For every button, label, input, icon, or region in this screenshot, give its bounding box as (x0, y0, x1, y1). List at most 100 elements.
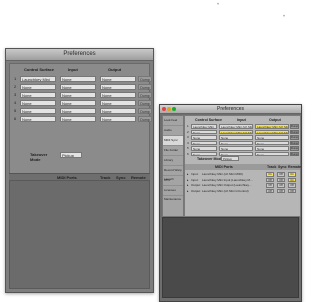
output-select[interactable]: None (255, 135, 289, 140)
header-control-surface: Control Surface (24, 67, 55, 72)
dump-button[interactable]: Dump (138, 84, 152, 90)
port-remote-toggle[interactable]: On (288, 177, 296, 182)
row-number: 6 (187, 151, 189, 156)
input-select[interactable]: None (219, 146, 253, 151)
midi-ports-header: MIDI Ports Track Sync Remote (185, 164, 302, 170)
close-icon[interactable] (162, 107, 166, 111)
row-number: 2 (14, 84, 17, 89)
dump-button[interactable]: Dump (138, 76, 152, 82)
port-sync-toggle[interactable]: Off (277, 183, 285, 188)
port-expand-arrow[interactable]: ▸ (187, 178, 189, 182)
sidebar-tab[interactable]: Record Warp Launch (163, 166, 183, 181)
row-number: 1 (187, 124, 189, 128)
dump-button[interactable]: Dump (290, 124, 299, 129)
port-expand-arrow[interactable]: ▸ (187, 189, 189, 193)
port-name: Launchkey Mini (LK Mini InControl) (202, 188, 249, 193)
input-select[interactable]: Launchkey Mini (LK Mini InControl) (219, 129, 253, 134)
input-select[interactable]: None (60, 84, 96, 90)
preferences-window-small: Preferences Look Feel Audio MIDI Sync File … (159, 104, 302, 302)
window-title: Preferences (63, 51, 96, 57)
dump-button[interactable]: Dump (290, 135, 299, 140)
sidebar-tab[interactable]: MIDI Sync (163, 136, 183, 146)
output-select[interactable]: None (255, 151, 289, 156)
row-number: 3 (14, 92, 17, 97)
control-surface-select[interactable]: None (20, 92, 56, 98)
zoom-icon[interactable] (172, 107, 176, 111)
input-select[interactable]: None (60, 76, 96, 82)
dump-button[interactable]: Dump (290, 146, 299, 151)
dump-button[interactable]: Dump (290, 151, 299, 156)
port-sync-toggle[interactable]: Off (277, 172, 285, 177)
control-surface-select[interactable]: None (191, 135, 217, 140)
port-direction: Output: (191, 188, 201, 193)
port-track-toggle[interactable]: Off (266, 188, 274, 193)
port-remote-toggle[interactable]: Off (288, 183, 296, 188)
port-expand-arrow[interactable]: ▸ (187, 183, 189, 187)
dump-button[interactable]: Dump (138, 108, 152, 114)
output-select[interactable]: None (100, 116, 136, 122)
dump-button[interactable]: Dump (138, 116, 152, 122)
minimize-icon[interactable] (167, 107, 171, 111)
port-direction: Input: (191, 172, 199, 176)
control-surface-select[interactable]: None (20, 116, 56, 122)
output-select[interactable]: None (100, 84, 136, 90)
input-select[interactable]: None (60, 92, 96, 98)
takeover-mode-label: Takeover Mode (197, 157, 223, 161)
control-surface-select[interactable]: None (20, 84, 56, 90)
port-sync-toggle[interactable]: Off (277, 188, 285, 193)
title-bar[interactable]: Preferences (160, 105, 301, 114)
row-number: 6 (14, 116, 17, 121)
control-surface-select[interactable]: None (191, 146, 217, 151)
control-surface-select[interactable]: Launchkey Mini (191, 124, 217, 129)
port-expand-arrow[interactable]: ▸ (187, 172, 189, 176)
port-direction: Input: (191, 177, 199, 182)
input-select[interactable]: None (219, 140, 253, 145)
takeover-mode-select[interactable]: Pickup (60, 152, 82, 158)
output-select[interactable]: None (255, 146, 289, 151)
port-sync-toggle[interactable]: Off (277, 177, 285, 182)
control-surface-panel: Control Surface Input Output 1 Launchkey … (9, 63, 152, 180)
control-surface-select[interactable]: None (20, 100, 56, 106)
control-surface-row: 1 Launchkey Mini None None Dump (14, 76, 152, 82)
row-number: 1 (14, 76, 17, 81)
control-surface-select[interactable]: None (20, 108, 56, 114)
dump-button[interactable]: Dump (290, 140, 299, 145)
header-midi-ports: MIDI Ports (215, 165, 233, 169)
dump-button[interactable]: Dump (138, 92, 152, 98)
output-select[interactable]: Launchkey Mini (LK Mini MIDI) (255, 124, 289, 129)
header-sync: Sync (278, 165, 287, 169)
control-surface-select[interactable]: None (191, 140, 217, 145)
input-select[interactable]: None (219, 135, 253, 140)
port-track-toggle[interactable]: On (266, 172, 274, 177)
port-track-toggle[interactable]: Off (266, 183, 274, 188)
input-select[interactable]: None (60, 116, 96, 122)
output-select[interactable]: None (100, 108, 136, 114)
input-select[interactable]: None (60, 108, 96, 114)
dump-button[interactable]: Dump (290, 129, 299, 134)
takeover-mode-select[interactable]: Pickup (221, 156, 239, 161)
sidebar-tab[interactable]: File Folder (163, 146, 183, 156)
output-select[interactable]: None (100, 92, 136, 98)
control-surface-select[interactable]: Launchkey Mini (20, 76, 56, 82)
control-surface-row: 2 None None None Dump (14, 84, 152, 90)
output-select[interactable]: None (255, 140, 289, 145)
port-remote-toggle[interactable]: Off (288, 188, 296, 193)
control-surface-select[interactable]: None (191, 151, 217, 156)
output-select[interactable]: None (100, 100, 136, 106)
header-track: Track (267, 165, 277, 169)
sidebar-tab[interactable]: Audio (163, 126, 183, 136)
sidebar-tab[interactable]: Licenses Maintenance (163, 186, 183, 201)
sidebar-tab[interactable]: Look Feel (163, 116, 183, 126)
port-track-toggle[interactable]: Off (266, 177, 274, 182)
input-select[interactable]: Launchkey Mini (LK Mini MIDI) (219, 124, 253, 129)
output-select[interactable]: Launchkey Mini (LK Mini InControl) (255, 129, 289, 134)
sidebar-tab[interactable]: Library (163, 156, 183, 166)
corner-mark-1: • (217, 2, 220, 8)
title-bar[interactable]: Preferences (6, 49, 153, 61)
header-remote: Remote (288, 165, 302, 169)
control-surface-select[interactable]: None (191, 129, 217, 134)
port-remote-toggle[interactable]: On (288, 172, 296, 177)
input-select[interactable]: None (60, 100, 96, 106)
dump-button[interactable]: Dump (138, 100, 152, 106)
output-select[interactable]: None (100, 76, 136, 82)
